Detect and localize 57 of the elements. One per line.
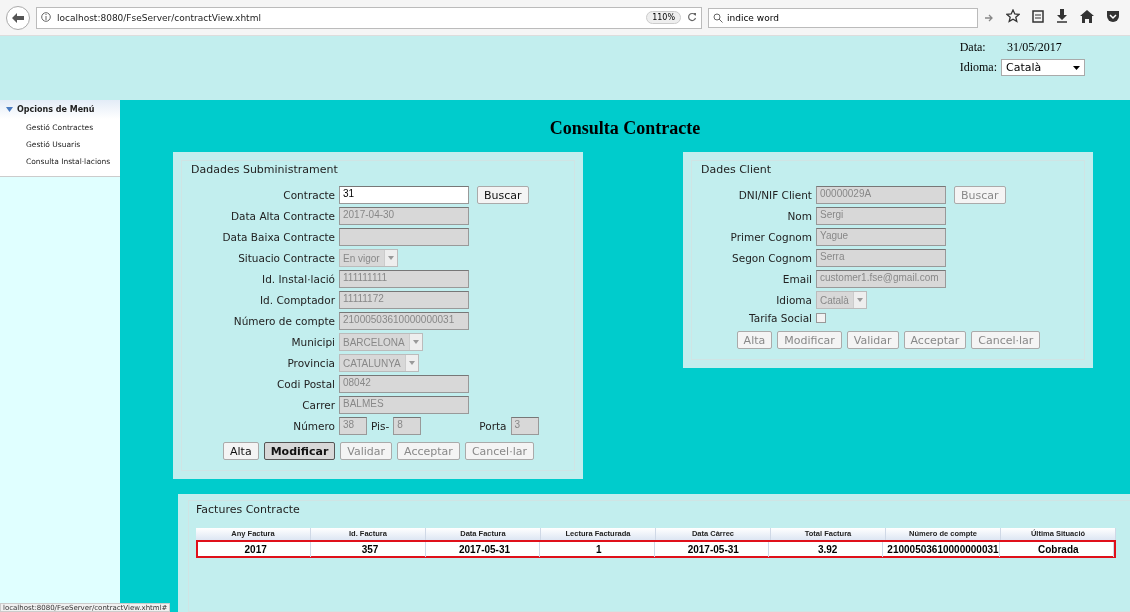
text-field[interactable]: 31: [339, 186, 469, 204]
info-icon[interactable]: [41, 11, 51, 24]
date-label: Data:: [959, 40, 987, 55]
zoom-badge[interactable]: 110%: [646, 11, 681, 24]
menu-header[interactable]: Opcions de Menú: [0, 100, 120, 119]
table-cell: 357: [315, 542, 426, 557]
field-label: Tarifa Social: [748, 312, 812, 324]
field-label: Número de compte: [232, 315, 335, 327]
table-cell: 21000503610000000031: [887, 542, 1000, 557]
back-arrow-icon: [12, 12, 24, 23]
field-label: Municipi: [290, 336, 335, 348]
field-label: Nom: [786, 210, 812, 222]
search-button[interactable]: Buscar: [477, 186, 529, 204]
field-label: Id. Comptador: [258, 294, 335, 306]
caret-icon: [404, 355, 418, 371]
language-dropdown[interactable]: Català: [1001, 59, 1085, 76]
field-label: DNI/NIF Client: [737, 189, 812, 201]
caret-icon: [6, 107, 13, 112]
back-button[interactable]: [6, 5, 30, 30]
field-label: Data Alta Contracte: [229, 210, 335, 222]
section-title: Factures Contracte: [196, 502, 301, 518]
search-field[interactable]: indice word: [708, 7, 978, 28]
language-label: Idioma:: [959, 60, 997, 75]
field-label: Primer Cognom: [729, 231, 812, 243]
caret-icon: [1073, 65, 1080, 70]
reload-icon[interactable]: [687, 11, 697, 24]
field-label: Porta: [479, 420, 507, 432]
field-label: Data Baixa Contracte: [221, 231, 335, 243]
field-label: Idioma: [775, 294, 812, 306]
section-title: Dades Client: [701, 162, 773, 178]
field-label: Codi Postal: [276, 378, 335, 390]
table-cell: Cobrada: [1003, 542, 1114, 557]
caret-icon: [383, 250, 397, 266]
field-label: Email: [781, 273, 812, 285]
field-label: Número: [292, 420, 335, 432]
page-title: Consulta Contracte: [548, 117, 702, 140]
table-cell: 2017: [201, 542, 312, 557]
field-label: Carrer: [301, 399, 335, 411]
form-button[interactable]: Modificar: [263, 442, 336, 460]
table-row[interactable]: 2017 357 2017-05-31 1 2017-05-31 3.92 21000503610000000031 Cobrada: [196, 540, 1116, 558]
field-label: Contracte: [282, 189, 335, 201]
field-label: Segon Cognom: [731, 252, 812, 264]
form-button[interactable]: Alta: [223, 442, 259, 460]
search-icon: [713, 12, 723, 23]
table-cell: 3.92: [772, 542, 884, 557]
table-cell: 2017-05-31: [429, 542, 541, 557]
field-label: Situacio Contracte: [237, 252, 335, 264]
url-text[interactable]: localhost:8080/FseServer/contractView.xhtml: [57, 12, 641, 23]
field-label: Id. Instal·lació: [261, 273, 335, 285]
caret-icon: [408, 334, 422, 350]
table-cell: 2017-05-31: [658, 542, 769, 557]
table-cell: 1: [544, 542, 655, 557]
caret-icon: [852, 292, 866, 308]
section-title: Dadades Subministrament: [191, 162, 339, 178]
date-value: 31/05/2017: [1006, 40, 1063, 55]
field-label: Pis-: [371, 420, 390, 432]
field-label: Provincia: [286, 357, 335, 369]
